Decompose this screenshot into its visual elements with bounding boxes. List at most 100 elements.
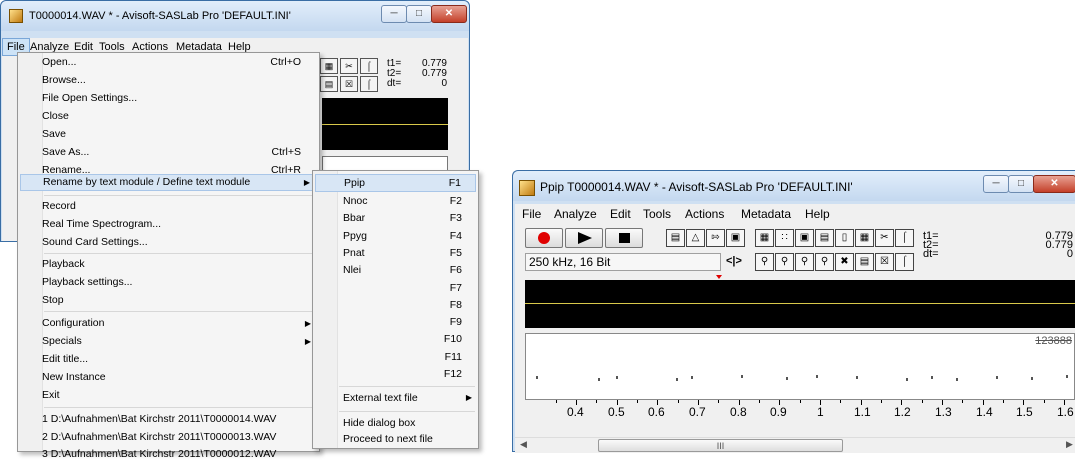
- time-axis-label: 0.7: [689, 405, 706, 419]
- menu-item-new-instance[interactable]: New Instance: [20, 369, 317, 386]
- menu-tools[interactable]: Tools: [639, 204, 675, 224]
- menu-metadata[interactable]: Metadata: [737, 204, 795, 224]
- menu-item-record[interactable]: Record: [20, 198, 317, 215]
- menu-item-playback-settings[interactable]: Playback settings...: [20, 274, 317, 291]
- menu-separator: [44, 407, 314, 408]
- mute-icon[interactable]: ☒: [340, 76, 358, 92]
- title-bar[interactable]: T0000014.WAV * - Avisoft-SASLab Pro 'DEF…: [1, 1, 469, 31]
- submenu-item-external-text-file[interactable]: External text file ▶: [315, 389, 476, 407]
- spectrogram-max-label: 123888: [1035, 335, 1072, 347]
- menu-file[interactable]: File: [518, 204, 545, 224]
- play-icon: [578, 232, 592, 244]
- cursor-marker-icon[interactable]: [716, 275, 722, 279]
- stop-button[interactable]: [605, 228, 643, 248]
- submenu-item-nlei[interactable]: Nlei F6: [315, 261, 476, 279]
- zoom-select-icon[interactable]: ⚲: [815, 253, 834, 271]
- menu-item-open[interactable]: Open... Ctrl+O: [20, 54, 317, 71]
- menu-item-specials[interactable]: Specials ▶: [20, 333, 317, 350]
- zoom-reset-icon[interactable]: ✖: [835, 253, 854, 271]
- save-disk-icon[interactable]: ▣: [726, 229, 745, 247]
- horizontal-scrollbar[interactable]: ◀ III ▶: [515, 437, 1075, 453]
- menu-help[interactable]: Help: [801, 204, 834, 224]
- menu-item-save[interactable]: Save: [20, 126, 317, 143]
- spectrogram-display[interactable]: 123888: [525, 333, 1075, 400]
- zoom-out-icon[interactable]: ⚲: [775, 253, 794, 271]
- menu-item-recent-file[interactable]: 2 D:\Aufnahmen\Bat Kirchstr 2011\T000001…: [20, 429, 317, 446]
- menu-item-stop[interactable]: Stop: [20, 292, 317, 309]
- cut-icon[interactable]: ✂: [875, 229, 894, 247]
- menu-actions[interactable]: Actions: [681, 204, 728, 224]
- filter2-icon[interactable]: ⌠: [360, 76, 378, 92]
- time-axis-label: 1: [817, 405, 824, 419]
- scrollbar-thumb[interactable]: III: [598, 439, 843, 452]
- scroll-left-right-icon[interactable]: <|>: [726, 255, 742, 267]
- spectrogram-icon[interactable]: ▦: [755, 229, 774, 247]
- grid-icon[interactable]: ∷: [775, 229, 794, 247]
- filter-icon[interactable]: ⌠: [895, 229, 914, 247]
- menu-item-sound-card-settings[interactable]: Sound Card Settings...: [20, 234, 317, 251]
- menu-item-playback[interactable]: Playback: [20, 256, 317, 273]
- maximize-button[interactable]: □: [406, 5, 432, 23]
- close-button[interactable]: ✕: [431, 5, 467, 23]
- zoom-fit-icon[interactable]: ⚲: [795, 253, 814, 271]
- record-button[interactable]: [525, 228, 563, 248]
- menu-item-browse[interactable]: Browse...: [20, 72, 317, 89]
- open-folder-icon[interactable]: ⇰: [706, 229, 725, 247]
- submenu-item-f7[interactable]: F7: [315, 279, 476, 297]
- submenu-item-ppyg[interactable]: Ppyg F4: [315, 227, 476, 245]
- minimize-button[interactable]: ─: [983, 175, 1009, 193]
- submenu-item-f12[interactable]: F12: [315, 365, 476, 383]
- client-area: ▤ △ ⇰ ▣ ▦ ∷ ▣ ▤ ▯ ▦ ✂ ⌠ 250 kHz, 16 Bit …: [515, 224, 1075, 453]
- title-bar[interactable]: Ppip T0000014.WAV * - Avisoft-SASLab Pro…: [513, 171, 1075, 201]
- waveform-display[interactable]: [525, 280, 1075, 328]
- measure-icon[interactable]: ▯: [835, 229, 854, 247]
- time-axis-label: 0.6: [648, 405, 665, 419]
- envelope-icon[interactable]: △: [686, 229, 705, 247]
- time-axis-label: 1.2: [894, 405, 911, 419]
- menu-item-real-time-spectrogram[interactable]: Real Time Spectrogram...: [20, 216, 317, 233]
- cut-icon[interactable]: ✂: [340, 58, 358, 74]
- menu-item-save-as[interactable]: Save As... Ctrl+S: [20, 144, 317, 161]
- menu-item-recent-file[interactable]: 1 D:\Aufnahmen\Bat Kirchstr 2011\T000001…: [20, 411, 317, 428]
- zoom-grid-icon[interactable]: ▦: [320, 58, 338, 74]
- play-button[interactable]: [565, 228, 603, 248]
- submenu-item-bbar[interactable]: Bbar F3: [315, 209, 476, 227]
- waveform-display[interactable]: [322, 98, 448, 150]
- submenu-arrow-icon: ▶: [303, 178, 310, 187]
- menu-item-configuration[interactable]: Configuration ▶: [20, 315, 317, 332]
- close-button[interactable]: ✕: [1033, 175, 1075, 193]
- scroll-right-icon[interactable]: ▶: [1066, 439, 1073, 450]
- insert-icon[interactable]: ▤: [855, 253, 874, 271]
- filter2-icon[interactable]: ⌠: [895, 253, 914, 271]
- submenu-item-f8[interactable]: F8: [315, 296, 476, 314]
- mute-icon[interactable]: ☒: [875, 253, 894, 271]
- submenu-item-nnoc[interactable]: Nnoc F2: [315, 192, 476, 210]
- submenu-item-pnat[interactable]: Pnat F5: [315, 244, 476, 262]
- submenu-item-f9[interactable]: F9: [315, 313, 476, 331]
- time-axis-label: 1.5: [1016, 405, 1033, 419]
- submenu-item-f11[interactable]: F11: [315, 348, 476, 366]
- zoom-in-icon[interactable]: ⚲: [755, 253, 774, 271]
- section-icon[interactable]: ▣: [795, 229, 814, 247]
- submenu-item-proceed-to-next-file[interactable]: Proceed to next file: [315, 430, 476, 448]
- page-icon[interactable]: ▤: [666, 229, 685, 247]
- time-axis: 0.4 0.5 0.6 0.7 0.8 0.9 1 1.1 1.2 1.3 1.…: [525, 400, 1075, 420]
- list-icon[interactable]: ▤: [815, 229, 834, 247]
- minimize-button[interactable]: ─: [381, 5, 407, 23]
- menu-item-edit-title[interactable]: Edit title...: [20, 351, 317, 368]
- menu-item-recent-file[interactable]: 3 D:\Aufnahmen\Bat Kirchstr 2011\T000001…: [20, 446, 317, 463]
- menu-analyze[interactable]: Analyze: [550, 204, 601, 224]
- menu-edit[interactable]: Edit: [606, 204, 635, 224]
- submenu-item-f10[interactable]: F10: [315, 330, 476, 348]
- menu-item-close[interactable]: Close: [20, 108, 317, 125]
- menu-item-exit[interactable]: Exit: [20, 387, 317, 404]
- insert-icon[interactable]: ▤: [320, 76, 338, 92]
- submenu-item-ppip[interactable]: Ppip F1: [315, 174, 476, 192]
- zoom-grid-icon[interactable]: ▦: [855, 229, 874, 247]
- time-axis-label: 0.5: [608, 405, 625, 419]
- menu-item-file-open-settings[interactable]: File Open Settings...: [20, 90, 317, 107]
- filter-icon[interactable]: ⌠: [360, 58, 378, 74]
- menu-item-rename-by-text-module[interactable]: Rename by text module / Define text modu…: [20, 174, 317, 191]
- maximize-button[interactable]: □: [1008, 175, 1034, 193]
- scroll-left-icon[interactable]: ◀: [520, 439, 527, 450]
